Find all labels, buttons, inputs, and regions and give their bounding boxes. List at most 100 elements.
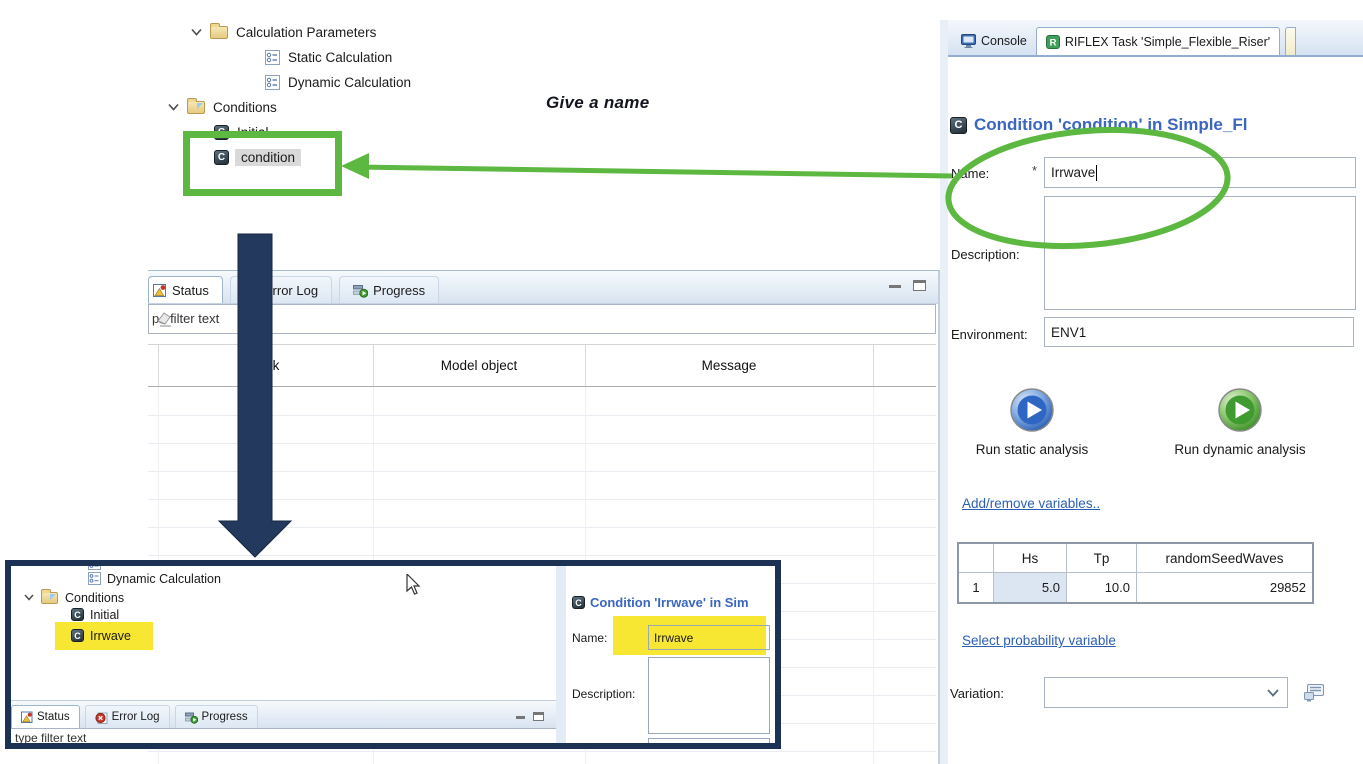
maximize-button	[533, 712, 544, 721]
inset-name-input: Irrwave	[648, 625, 770, 650]
inset-tree-item-initial: C Initial	[71, 606, 119, 623]
environment-label: Environment:	[951, 327, 1028, 342]
run-dynamic-button[interactable]	[1217, 387, 1263, 433]
filter-text: type filter text	[15, 731, 86, 743]
tab-label: RIFLEX Task 'Simple_Flexible_Riser'	[1065, 35, 1270, 49]
name-input[interactable]: Irrwave	[1044, 157, 1356, 188]
inset-condition-editor: C Condition 'Irrwave' in Sim Name: Irrwa…	[566, 566, 775, 743]
name-value: Irrwave	[654, 631, 693, 645]
description-textarea[interactable]	[1044, 196, 1356, 310]
variation-editor-button[interactable]	[1298, 679, 1330, 707]
green-highlight-box	[183, 131, 342, 196]
seed-cell[interactable]: 29852	[1137, 573, 1312, 602]
tp-cell[interactable]: 10.0	[1067, 573, 1137, 602]
chevron-down-icon[interactable]	[168, 103, 179, 111]
svg-text:R: R	[1049, 37, 1056, 48]
tree-item-static-calculation[interactable]: Static Calculation	[265, 47, 392, 67]
maximize-button[interactable]	[913, 280, 926, 291]
inset-filter-input: type filter text	[11, 728, 563, 743]
tree-item-label: Calculation Parameters	[236, 25, 376, 40]
calculation-icon	[265, 75, 280, 90]
tree-item-label: Dynamic Calculation	[288, 75, 411, 90]
chevron-down-icon[interactable]	[191, 28, 202, 36]
tab-status[interactable]: Status	[148, 276, 223, 303]
variables-table-row: 1 5.0 10.0 29852	[959, 573, 1312, 602]
tree-item-label: Irrwave	[90, 629, 131, 643]
chevron-down-icon[interactable]	[1267, 689, 1279, 697]
console-icon	[961, 34, 976, 48]
inset-tab-progress: Progress	[175, 705, 258, 728]
status-icon	[21, 711, 33, 723]
error-log-icon	[95, 711, 108, 724]
text-caret	[1096, 165, 1097, 181]
tab-label: Error Log	[264, 283, 318, 298]
tab-partial[interactable]	[1285, 27, 1296, 55]
calculation-icon	[88, 572, 101, 585]
variation-combobox[interactable]	[1044, 677, 1288, 708]
calculation-icon	[265, 50, 280, 65]
inset-tab-error-log: Error Log	[85, 705, 170, 728]
row-index-cell: 1	[959, 573, 994, 602]
panel-divider	[556, 566, 566, 743]
tab-riflex-task[interactable]: R RIFLEX Task 'Simple_Flexible_Riser'	[1036, 27, 1280, 55]
hs-cell[interactable]: 5.0	[994, 573, 1067, 602]
screen: Calculation Parameters Static Calculatio…	[0, 0, 1363, 764]
condition-icon: C	[572, 596, 585, 609]
tree-item-calculation-parameters[interactable]: Calculation Parameters	[191, 22, 376, 42]
tree-item-label: Static Calculation	[288, 50, 392, 65]
minimize-button	[516, 716, 525, 719]
condition-icon: C	[71, 608, 84, 621]
tab-label: Status	[37, 711, 70, 723]
folder-icon	[210, 26, 228, 39]
tab-error-log[interactable]: Error Log	[230, 276, 332, 303]
clear-filter-icon[interactable]	[152, 311, 927, 327]
description-label: Description:	[572, 687, 635, 701]
name-value: Irrwave	[1051, 165, 1095, 180]
error-log-icon	[244, 283, 259, 298]
select-probability-variable-link[interactable]: Select probability variable	[962, 633, 1116, 648]
inset-editor-title: Condition 'Irrwave' in Sim	[590, 595, 749, 610]
tree-item-dynamic-calculation[interactable]: Dynamic Calculation	[265, 72, 411, 92]
mouse-cursor	[406, 574, 422, 596]
inset-status-tabbar: Status Error Log Progress	[11, 700, 563, 728]
tree-item-conditions[interactable]: Conditions	[168, 97, 277, 117]
status-view-tabbar: Status Error Log Progress	[148, 271, 938, 304]
add-remove-variables-link[interactable]: Add/remove variables..	[962, 496, 1100, 511]
name-label: Name:	[951, 166, 989, 181]
environment-value: ENV1	[1051, 325, 1086, 340]
description-label: Description:	[951, 247, 1020, 262]
inset-tab-status: Status	[11, 705, 80, 728]
tab-label: Error Log	[112, 711, 160, 723]
condition-icon: C	[71, 629, 84, 642]
variables-table: Hs Tp randomSeedWaves 1 5.0 10.0 29852	[957, 542, 1314, 604]
progress-icon	[353, 283, 368, 298]
filter-input[interactable]: pe filter text	[148, 304, 936, 334]
column-header-tp: Tp	[1067, 544, 1137, 573]
column-header-hs: Hs	[994, 544, 1067, 573]
tab-label: Progress	[373, 283, 425, 298]
environment-input[interactable]: ENV1	[1044, 317, 1354, 347]
column-header-seed: randomSeedWaves	[1137, 544, 1312, 573]
folder-icon	[187, 101, 205, 114]
tab-console[interactable]: Console	[952, 27, 1036, 55]
editor-header: C Condition 'condition' in Simple_Fl	[950, 115, 1360, 135]
tab-label: Console	[981, 34, 1027, 48]
status-icon	[153, 283, 167, 297]
status-table-header: Task Model object Message	[148, 344, 936, 387]
tab-label: Progress	[202, 711, 248, 723]
tree-item-label: Dynamic Calculation	[107, 572, 221, 586]
corner-cell	[959, 544, 994, 573]
variables-table-header-row: Hs Tp randomSeedWaves	[959, 544, 1312, 573]
progress-icon	[185, 711, 198, 724]
panel-sash[interactable]	[940, 20, 948, 764]
tab-progress[interactable]: Progress	[339, 276, 439, 303]
editor-panel: Console R RIFLEX Task 'Simple_Flexible_R…	[948, 20, 1363, 764]
inset-partial-field	[648, 738, 770, 743]
minimize-button[interactable]	[889, 285, 901, 288]
condition-icon: C	[950, 117, 967, 134]
run-static-button[interactable]	[1009, 387, 1055, 433]
run-dynamic-label: Run dynamic analysis	[1155, 442, 1325, 457]
green-arrow-line	[358, 167, 952, 176]
result-inset-screenshot: Dynamic Calculation Conditions C Initial…	[5, 560, 781, 749]
editor-tabbar: Console R RIFLEX Task 'Simple_Flexible_R…	[948, 20, 1363, 57]
